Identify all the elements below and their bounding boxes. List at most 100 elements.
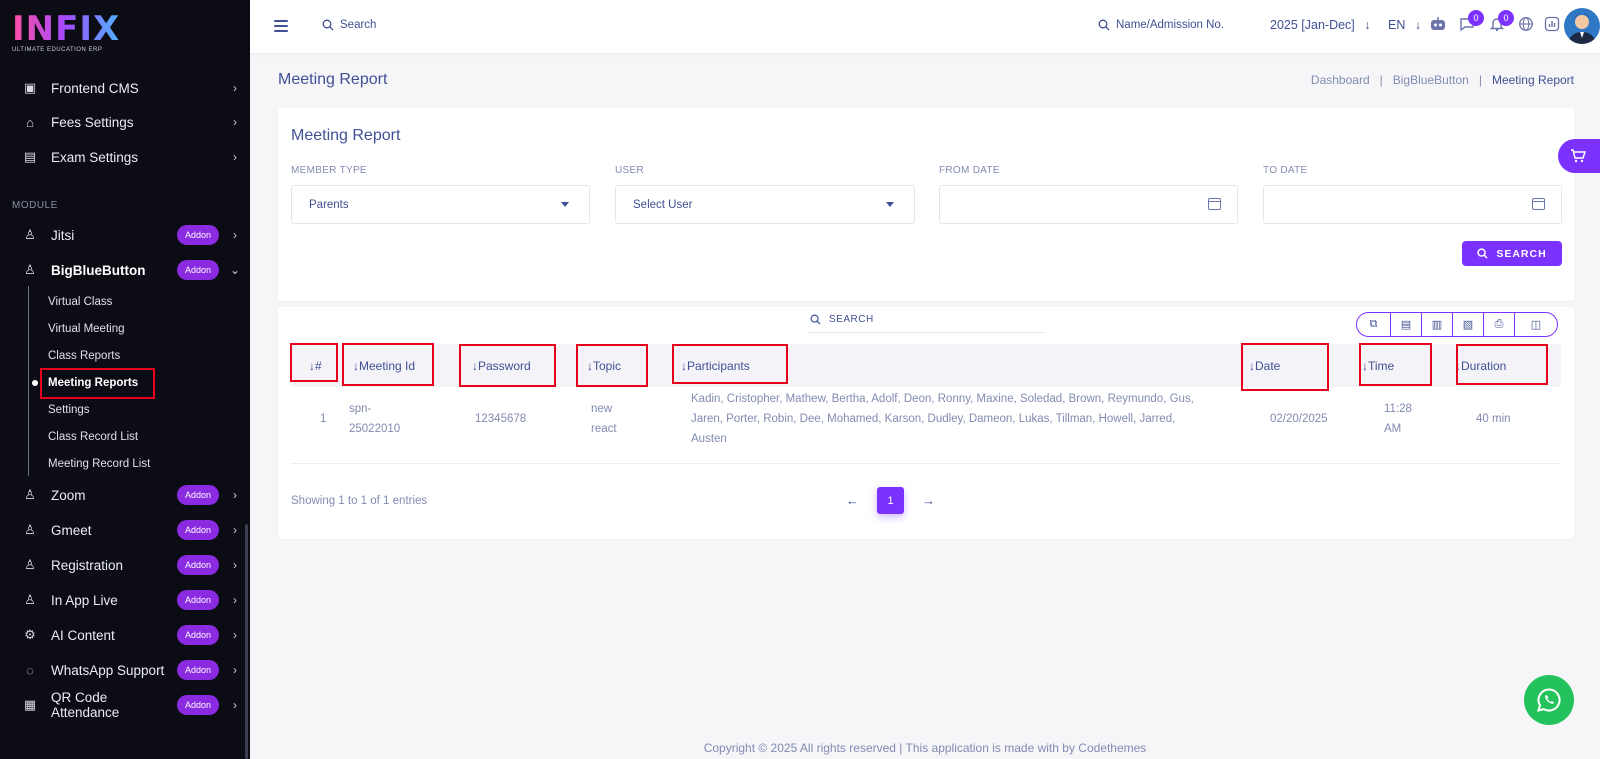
- sidebar-item-frontend-cms[interactable]: ▣ Frontend CMS ›: [0, 72, 245, 104]
- sidebar-item-label: Gmeet: [51, 522, 92, 538]
- session-selector[interactable]: 2025 [Jan-Dec] ↓: [1270, 18, 1371, 32]
- addon-badge: Addon: [176, 555, 219, 575]
- excel-icon[interactable]: ▤: [1391, 313, 1422, 336]
- cart-icon[interactable]: [1558, 139, 1600, 173]
- breadcrumb: Dashboard | BigBlueButton | Meeting Report: [1310, 73, 1574, 87]
- sidebar-item-label: Jitsi: [51, 227, 75, 243]
- chevron-right-icon: ›: [233, 558, 237, 572]
- student-search-placeholder: Name/Admission No.: [1116, 19, 1225, 31]
- sidebar-item-bigbluebutton[interactable]: ♙ BigBlueButton Addon ⌄: [0, 254, 245, 286]
- breadcrumb-current: Meeting Report: [1491, 73, 1574, 87]
- highlight-box: [1241, 343, 1329, 391]
- filter-card-title: Meeting Report: [291, 127, 401, 144]
- print-icon[interactable]: ⎙: [1484, 313, 1515, 336]
- avatar[interactable]: [1564, 8, 1600, 44]
- menu-toggle-icon[interactable]: [274, 20, 288, 35]
- chevron-right-icon: ›: [233, 698, 237, 712]
- brand-logo[interactable]: INFIX ULTIMATE EDUCATION ERP: [12, 12, 120, 53]
- submenu-virtual-class[interactable]: Virtual Class: [48, 292, 112, 312]
- sidebar-item-exam-settings[interactable]: ▤ Exam Settings ›: [0, 141, 245, 173]
- table-card: SEARCH ⧉ ▤ ▥ ▧ ⎙ ◫ ↓ # ↓ Meeting Id ↓ Passw…: [278, 307, 1574, 539]
- whatsapp-icon[interactable]: [1524, 675, 1574, 725]
- search-button-label: SEARCH: [1496, 247, 1547, 260]
- language-selector[interactable]: EN ↓: [1388, 18, 1421, 32]
- sidebar-item-registration[interactable]: ♙ Registration Addon ›: [0, 549, 245, 581]
- cell-line: new: [591, 403, 613, 415]
- globe-icon[interactable]: [1517, 16, 1535, 34]
- user-icon: ♙: [24, 592, 36, 607]
- chat-icon[interactable]: 0: [1458, 10, 1484, 34]
- chevron-right-icon: ›: [233, 663, 237, 677]
- to-date-input[interactable]: [1263, 185, 1562, 224]
- table-search-input[interactable]: SEARCH: [808, 307, 1044, 333]
- table-search-placeholder: SEARCH: [829, 314, 874, 325]
- chevron-right-icon: ›: [233, 523, 237, 537]
- calendar-icon[interactable]: [1208, 198, 1221, 210]
- highlight-box: [672, 344, 788, 384]
- sidebar-item-jitsi[interactable]: ♙ Jitsi Addon ›: [0, 219, 245, 251]
- sidebar-item-ai-content[interactable]: ⚙ AI Content Addon ›: [0, 619, 245, 651]
- search-button[interactable]: SEARCH: [1462, 241, 1562, 266]
- breadcrumb-bigbluebutton[interactable]: BigBlueButton: [1393, 73, 1469, 87]
- search-icon: [1477, 248, 1488, 259]
- chevron-right-icon: ›: [233, 81, 237, 95]
- cell-line: Jaren, Porter, Robin, Dee, Mohamed, Kars…: [691, 413, 1176, 425]
- highlight-box: [1456, 344, 1548, 385]
- submenu-class-reports[interactable]: Class Reports: [48, 346, 120, 366]
- page-title: Meeting Report: [278, 71, 388, 88]
- page-number[interactable]: 1: [877, 487, 904, 514]
- search-icon: [322, 19, 334, 31]
- copy-icon[interactable]: ⧉: [1357, 313, 1391, 336]
- sidebar-item-label: QR Code Attendance: [51, 690, 120, 720]
- cell-line: AM: [1384, 423, 1402, 435]
- arrow-right-icon[interactable]: →: [922, 493, 935, 508]
- submenu-settings[interactable]: Settings: [48, 400, 90, 420]
- cell-line: spn-: [349, 403, 372, 415]
- sidebar-item-label: Fees Settings: [51, 114, 134, 130]
- user-select[interactable]: Select User: [615, 185, 915, 224]
- arrow-left-icon[interactable]: ←: [846, 493, 859, 508]
- chart-icon[interactable]: [1543, 16, 1561, 34]
- arrow-down-icon: ↓: [1364, 18, 1371, 32]
- submenu-meeting-record-list[interactable]: Meeting Record List: [48, 454, 150, 474]
- from-date-label: FROM DATE: [939, 165, 1000, 176]
- sidebar-item-qr-code-attendance[interactable]: ▦ QR Code Attendance Addon ›: [0, 689, 245, 721]
- highlight-box: [342, 343, 434, 386]
- member-type-select[interactable]: Parents: [291, 185, 590, 224]
- entries-info: Showing 1 to 1 of 1 entries: [291, 495, 428, 507]
- addon-badge: Addon: [176, 590, 219, 610]
- from-date-input[interactable]: [939, 185, 1238, 224]
- submenu-class-record-list[interactable]: Class Record List: [48, 427, 138, 447]
- addon-badge: Addon: [176, 520, 219, 540]
- addon-badge: Addon: [176, 225, 219, 245]
- robot-icon[interactable]: [1429, 16, 1447, 34]
- sidebar-item-fees-settings[interactable]: ⌂ Fees Settings ›: [0, 106, 245, 138]
- topbar: Search Name/Admission No. 2025 [Jan-Dec]…: [250, 0, 1600, 53]
- cell-line: react: [591, 423, 617, 435]
- cell-time: 11:28 AM: [1384, 399, 1412, 439]
- sidebar-item-zoom[interactable]: ♙ Zoom Addon ›: [0, 479, 245, 511]
- bell-icon[interactable]: 0: [1488, 10, 1514, 34]
- monitor-icon: ▣: [23, 80, 37, 95]
- topbar-search[interactable]: Search: [322, 19, 376, 31]
- sidebar-item-in-app-live[interactable]: ♙ In App Live Addon ›: [0, 584, 245, 616]
- student-search[interactable]: Name/Admission No.: [1098, 19, 1224, 31]
- columns-icon[interactable]: ◫: [1515, 313, 1557, 336]
- chevron-right-icon: ›: [233, 228, 237, 242]
- sidebar-item-label: Registration: [51, 557, 124, 573]
- calendar-icon[interactable]: [1532, 198, 1545, 210]
- filter-card: Meeting Report MEMBER TYPE Parents USER …: [278, 108, 1574, 301]
- user-icon: ♙: [24, 487, 36, 502]
- robot-icon: ⚙: [24, 627, 36, 642]
- submenu-virtual-meeting[interactable]: Virtual Meeting: [48, 319, 125, 339]
- whatsapp-icon: ◌: [26, 662, 34, 678]
- search-icon: [810, 314, 821, 325]
- highlight-box: [290, 343, 338, 382]
- sidebar-item-whatsapp-support[interactable]: ◌ WhatsApp Support Addon ›: [0, 654, 245, 686]
- addon-badge: Addon: [176, 625, 219, 645]
- csv-icon[interactable]: ▥: [1422, 313, 1453, 336]
- sidebar-item-gmeet[interactable]: ♙ Gmeet Addon ›: [0, 514, 245, 546]
- breadcrumb-dashboard[interactable]: Dashboard: [1311, 73, 1370, 87]
- pdf-icon[interactable]: ▧: [1453, 313, 1484, 336]
- sidebar-scrollbar[interactable]: [245, 524, 248, 759]
